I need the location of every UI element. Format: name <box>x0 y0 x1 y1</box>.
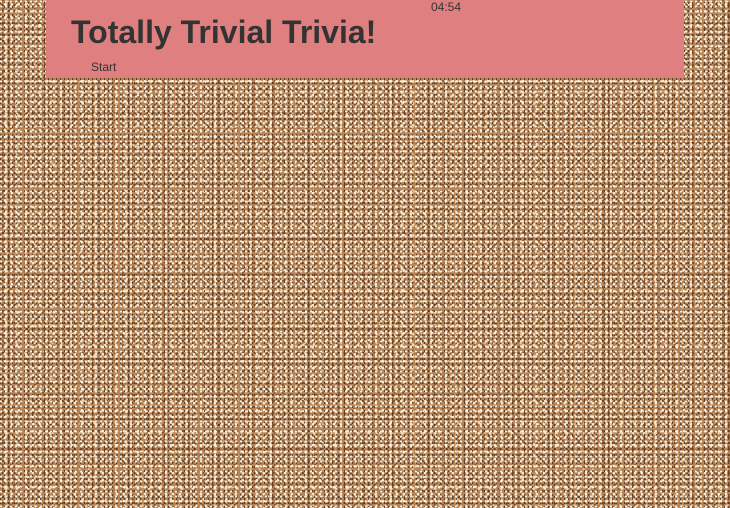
page-background: { "header": { "title": "Totally Trivial … <box>0 0 730 508</box>
page-title: Totally Trivial Trivia! <box>71 14 377 50</box>
header-panel: 04:54 Totally Trivial Trivia! Start <box>46 0 684 78</box>
start-button[interactable]: Start <box>84 58 123 76</box>
countdown-timer: 04:54 <box>431 0 462 14</box>
